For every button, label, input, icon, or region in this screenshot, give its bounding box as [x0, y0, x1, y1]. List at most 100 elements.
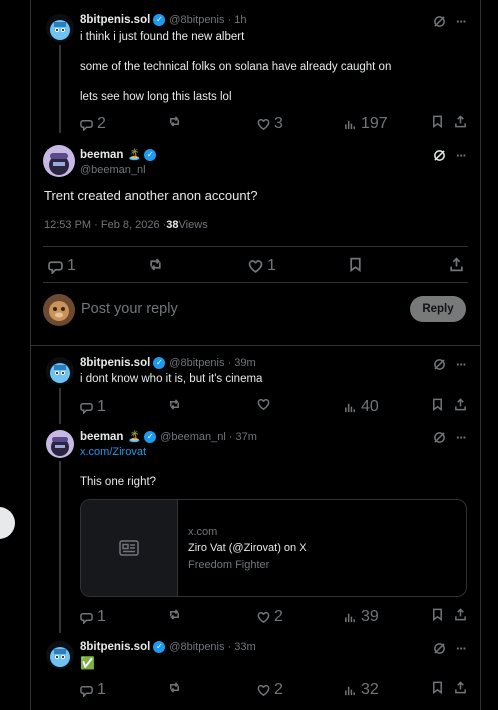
share-button[interactable]	[454, 681, 467, 694]
repost-button[interactable]	[148, 257, 163, 272]
repost-button[interactable]	[168, 398, 181, 411]
author-name[interactable]: 8bitpenis.sol	[80, 357, 150, 369]
share-icon	[455, 681, 466, 694]
verified-badge-icon: ✓	[153, 14, 166, 26]
timestamp[interactable]: 12:53 PM · Feb 8, 2026 ·	[44, 219, 166, 231]
more-icon[interactable]: ···	[456, 641, 467, 656]
like-button[interactable]: 1	[248, 257, 276, 275]
like-count: 3	[274, 115, 283, 132]
share-button[interactable]	[454, 115, 467, 128]
share-button[interactable]	[454, 608, 467, 621]
thread-line	[59, 461, 61, 633]
tweet-time[interactable]: · 37m	[229, 431, 257, 443]
views-icon	[345, 403, 355, 412]
more-icon[interactable]: ···	[456, 430, 467, 445]
reply-button[interactable]: 1	[80, 608, 106, 626]
grok-icon[interactable]	[433, 431, 446, 444]
bookmark-icon	[350, 257, 361, 272]
like-count: 1	[267, 257, 276, 274]
tweet-time[interactable]: · 33m	[228, 641, 256, 653]
repost-icon	[170, 399, 179, 410]
tweet-link[interactable]: x.com/Zirovat	[80, 446, 146, 458]
avatar-8bitpenis[interactable]	[46, 357, 74, 385]
share-button[interactable]	[449, 257, 464, 272]
views-icon	[345, 120, 355, 129]
bookmark-icon	[433, 681, 442, 694]
more-icon[interactable]: ···	[456, 148, 467, 163]
reply-button[interactable]: 1	[80, 398, 106, 416]
bookmark-icon	[433, 398, 442, 411]
view-count: 32	[361, 681, 379, 698]
view-count: 40	[361, 398, 379, 415]
avatar-8bitpenis[interactable]	[46, 641, 74, 669]
tweet-time[interactable]: · 39m	[228, 357, 256, 369]
tweet1-header: 8bitpenis.sol ✓ @8bitpenis · 1h	[80, 14, 246, 26]
repost-icon	[150, 258, 161, 271]
main-tweet-text: Trent created another anon account?	[44, 188, 258, 203]
island-emoji: 🏝️	[127, 149, 142, 161]
more-icon[interactable]: ···	[456, 14, 467, 29]
bookmark-icon	[433, 608, 442, 621]
grok-icon[interactable]	[433, 15, 446, 28]
bookmark-button[interactable]	[431, 681, 444, 694]
avatar-beeman[interactable]	[46, 430, 74, 458]
views-button[interactable]: 197	[344, 115, 388, 133]
author-name[interactable]: 8bitpenis.sol	[80, 14, 150, 26]
like-button[interactable]	[257, 398, 270, 411]
scroll-handle[interactable]	[0, 507, 15, 539]
views-button[interactable]: 32	[344, 681, 379, 699]
bookmark-button[interactable]	[431, 608, 444, 621]
reply2-header: beeman 🏝️ ✓ @beeman_nl · 37m	[80, 430, 257, 443]
author-handle[interactable]: @8bitpenis	[169, 14, 224, 26]
grok-icon[interactable]	[433, 642, 446, 655]
author-name[interactable]: beeman	[80, 149, 123, 161]
reply-submit-button[interactable]: Reply	[410, 296, 466, 322]
like-button[interactable]: 2	[257, 608, 283, 626]
tweet-time[interactable]: · 1h	[228, 14, 247, 26]
reply-button[interactable]: 2	[80, 115, 106, 133]
card-thumbnail	[81, 500, 178, 596]
link-preview-card[interactable]: x.com Ziro Vat (@Zirovat) on X Freedom F…	[80, 499, 467, 597]
repost-button[interactable]	[168, 681, 181, 694]
reply-button[interactable]: 1	[48, 257, 76, 275]
avatar-8bitpenis[interactable]	[46, 14, 74, 42]
main-top-icons: ···	[433, 148, 467, 163]
verified-badge-icon: ✓	[153, 641, 166, 653]
author-handle[interactable]: @8bitpenis	[169, 357, 224, 369]
views-button[interactable]: 40	[344, 398, 379, 416]
repost-button[interactable]	[168, 115, 181, 128]
views-label: Views	[178, 219, 208, 231]
author-name[interactable]: beeman	[80, 431, 123, 443]
author-handle[interactable]: @beeman_nl	[80, 164, 146, 176]
repost-icon	[170, 609, 179, 620]
author-handle[interactable]: @8bitpenis	[169, 641, 224, 653]
bookmark-button[interactable]	[348, 257, 363, 272]
author-handle[interactable]: @beeman_nl	[160, 431, 226, 443]
reply-button[interactable]: 1	[80, 681, 106, 699]
views-count: 38	[166, 219, 179, 231]
like-count: 2	[274, 608, 283, 625]
share-button[interactable]	[454, 398, 467, 411]
like-button[interactable]: 3	[257, 115, 283, 133]
like-button[interactable]: 2	[257, 681, 283, 699]
heart-icon	[257, 118, 270, 130]
tweet-meta: 12:53 PM · Feb 8, 2026 · 38 Views	[44, 219, 208, 231]
bookmark-button[interactable]	[431, 398, 444, 411]
divider	[43, 246, 468, 247]
tweet-text: i dont know who it is, but it's cinema	[80, 373, 263, 385]
author-name[interactable]: 8bitpenis.sol	[80, 641, 150, 653]
tweet1-top-icons: ···	[433, 14, 467, 29]
tweet-text-line: lets see how long this lasts lol	[80, 91, 232, 103]
repost-icon	[170, 116, 179, 127]
more-icon[interactable]: ···	[456, 357, 467, 372]
grok-icon[interactable]	[433, 149, 446, 162]
thread-line	[59, 45, 61, 133]
grok-icon[interactable]	[433, 358, 446, 371]
avatar-beeman[interactable]	[43, 145, 75, 177]
reply2-top-icons: ···	[433, 430, 467, 445]
repost-button[interactable]	[168, 608, 181, 621]
views-icon	[345, 613, 355, 622]
reply-input[interactable]: Post your reply	[81, 301, 178, 317]
bookmark-button[interactable]	[431, 115, 444, 128]
views-button[interactable]: 39	[344, 608, 379, 626]
